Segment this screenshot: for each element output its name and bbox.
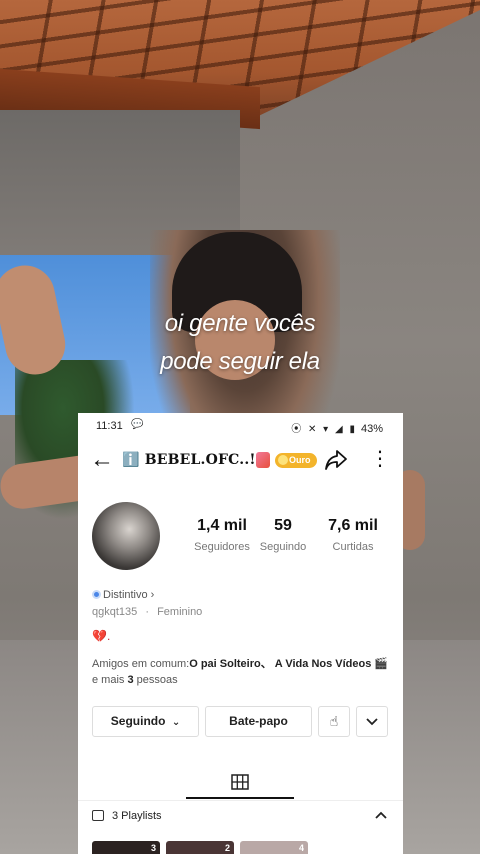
- stat-label: Curtidas: [332, 541, 374, 553]
- playlist-thumbnail[interactable]: 4: [240, 841, 308, 854]
- stat-following[interactable]: 59 Seguindo: [258, 517, 308, 553]
- sticker-icon: [256, 452, 270, 468]
- wave-hand-button[interactable]: ☝: [318, 706, 350, 737]
- friends-prefix: Amigos em comum:: [92, 658, 190, 670]
- tab-divider: [78, 800, 403, 801]
- battery-percent: 43%: [360, 423, 383, 435]
- playlists-label: 3 Playlists: [112, 810, 162, 822]
- stat-value: 1,4 mil: [197, 517, 247, 534]
- stat-label: Seguidores: [194, 541, 250, 553]
- profile-gender: Feminino: [157, 606, 203, 618]
- stat-likes[interactable]: 7,6 mil Curtidas: [318, 517, 388, 553]
- stat-value: 7,6 mil: [328, 517, 378, 534]
- battery-level: ⦿ ✕ ▾ ◢ ▮ 43%: [291, 420, 383, 435]
- profile-handle: qgkqt135: [92, 606, 138, 618]
- profile-screenshot: 11:31 💬 ⦿ ✕ ▾ ◢ ▮ 43% ← ℹ️ BEBEL.OFC..! O…: [78, 413, 403, 854]
- signal-icons: ⦿ ✕ ▾ ◢ ▮: [291, 424, 357, 435]
- friends-suffix: e mais: [92, 674, 128, 686]
- chat-label: Bate-papo: [229, 714, 288, 728]
- playlist-thumbnail[interactable]: 2: [166, 841, 234, 854]
- profile-header: ← ℹ️ BEBEL.OFC..! Ouro ⋮: [78, 443, 403, 479]
- profile-bio: 💔.: [92, 629, 111, 643]
- profile-handle-row: qgkqt135 · Feminino: [92, 606, 202, 618]
- grid-icon[interactable]: [231, 774, 249, 790]
- caption-line-2: pode seguir ela: [160, 348, 320, 375]
- mutual-friends[interactable]: Amigos em comum:O pai Solteiro、 A Vida N…: [92, 656, 392, 688]
- suggestions-dropdown-button[interactable]: [356, 706, 388, 737]
- chevron-up-icon[interactable]: [375, 808, 387, 822]
- playlist-count: 3: [150, 843, 156, 853]
- distintivo-label: Distintivo ›: [103, 589, 155, 601]
- playlist-thumbnail[interactable]: 3: [92, 841, 160, 854]
- playlist-icon: [92, 810, 104, 821]
- friends-suffix-end: pessoas: [133, 674, 178, 686]
- distintivo-link[interactable]: Distintivo ›: [92, 589, 154, 601]
- avatar[interactable]: [92, 502, 160, 570]
- stat-followers[interactable]: 1,4 mil Seguidores: [182, 517, 262, 553]
- playlist-count: 4: [298, 843, 304, 853]
- distintivo-icon: [92, 590, 101, 599]
- chevron-down-icon: [366, 718, 378, 726]
- chat-bubble-icon: 💬: [131, 419, 144, 430]
- friends-names: O pai Solteiro、 A Vida Nos Vídeos 🎬: [189, 658, 389, 670]
- stat-label: Seguindo: [259, 541, 307, 553]
- status-bar: 11:31 💬 ⦿ ✕ ▾ ◢ ▮ 43%: [78, 413, 403, 439]
- share-icon[interactable]: [324, 447, 348, 473]
- more-vertical-icon[interactable]: ⋮: [370, 447, 390, 471]
- separator: ·: [145, 606, 149, 618]
- playlist-count: 2: [224, 843, 230, 853]
- playlists-header[interactable]: 3 Playlists: [78, 808, 403, 828]
- status-time: 11:31: [96, 420, 123, 432]
- arrow-left-icon[interactable]: ←: [90, 447, 114, 473]
- following-label: Seguindo: [110, 714, 166, 728]
- stat-value: 59: [274, 517, 292, 534]
- profile-username: ℹ️ BEBEL.OFC..!: [122, 452, 256, 468]
- chat-button[interactable]: Bate-papo: [205, 706, 312, 737]
- wave-hand-icon: ☝: [329, 713, 339, 729]
- badge-label: Ouro: [289, 455, 311, 465]
- level-badge[interactable]: Ouro: [275, 453, 317, 468]
- caption-line-1: oi gente vocês: [164, 310, 316, 337]
- chevron-down-icon: ⌄: [171, 717, 181, 728]
- following-button[interactable]: Seguindo ⌄: [92, 706, 199, 737]
- badge-icon: [278, 455, 288, 465]
- tab-indicator: [186, 797, 294, 799]
